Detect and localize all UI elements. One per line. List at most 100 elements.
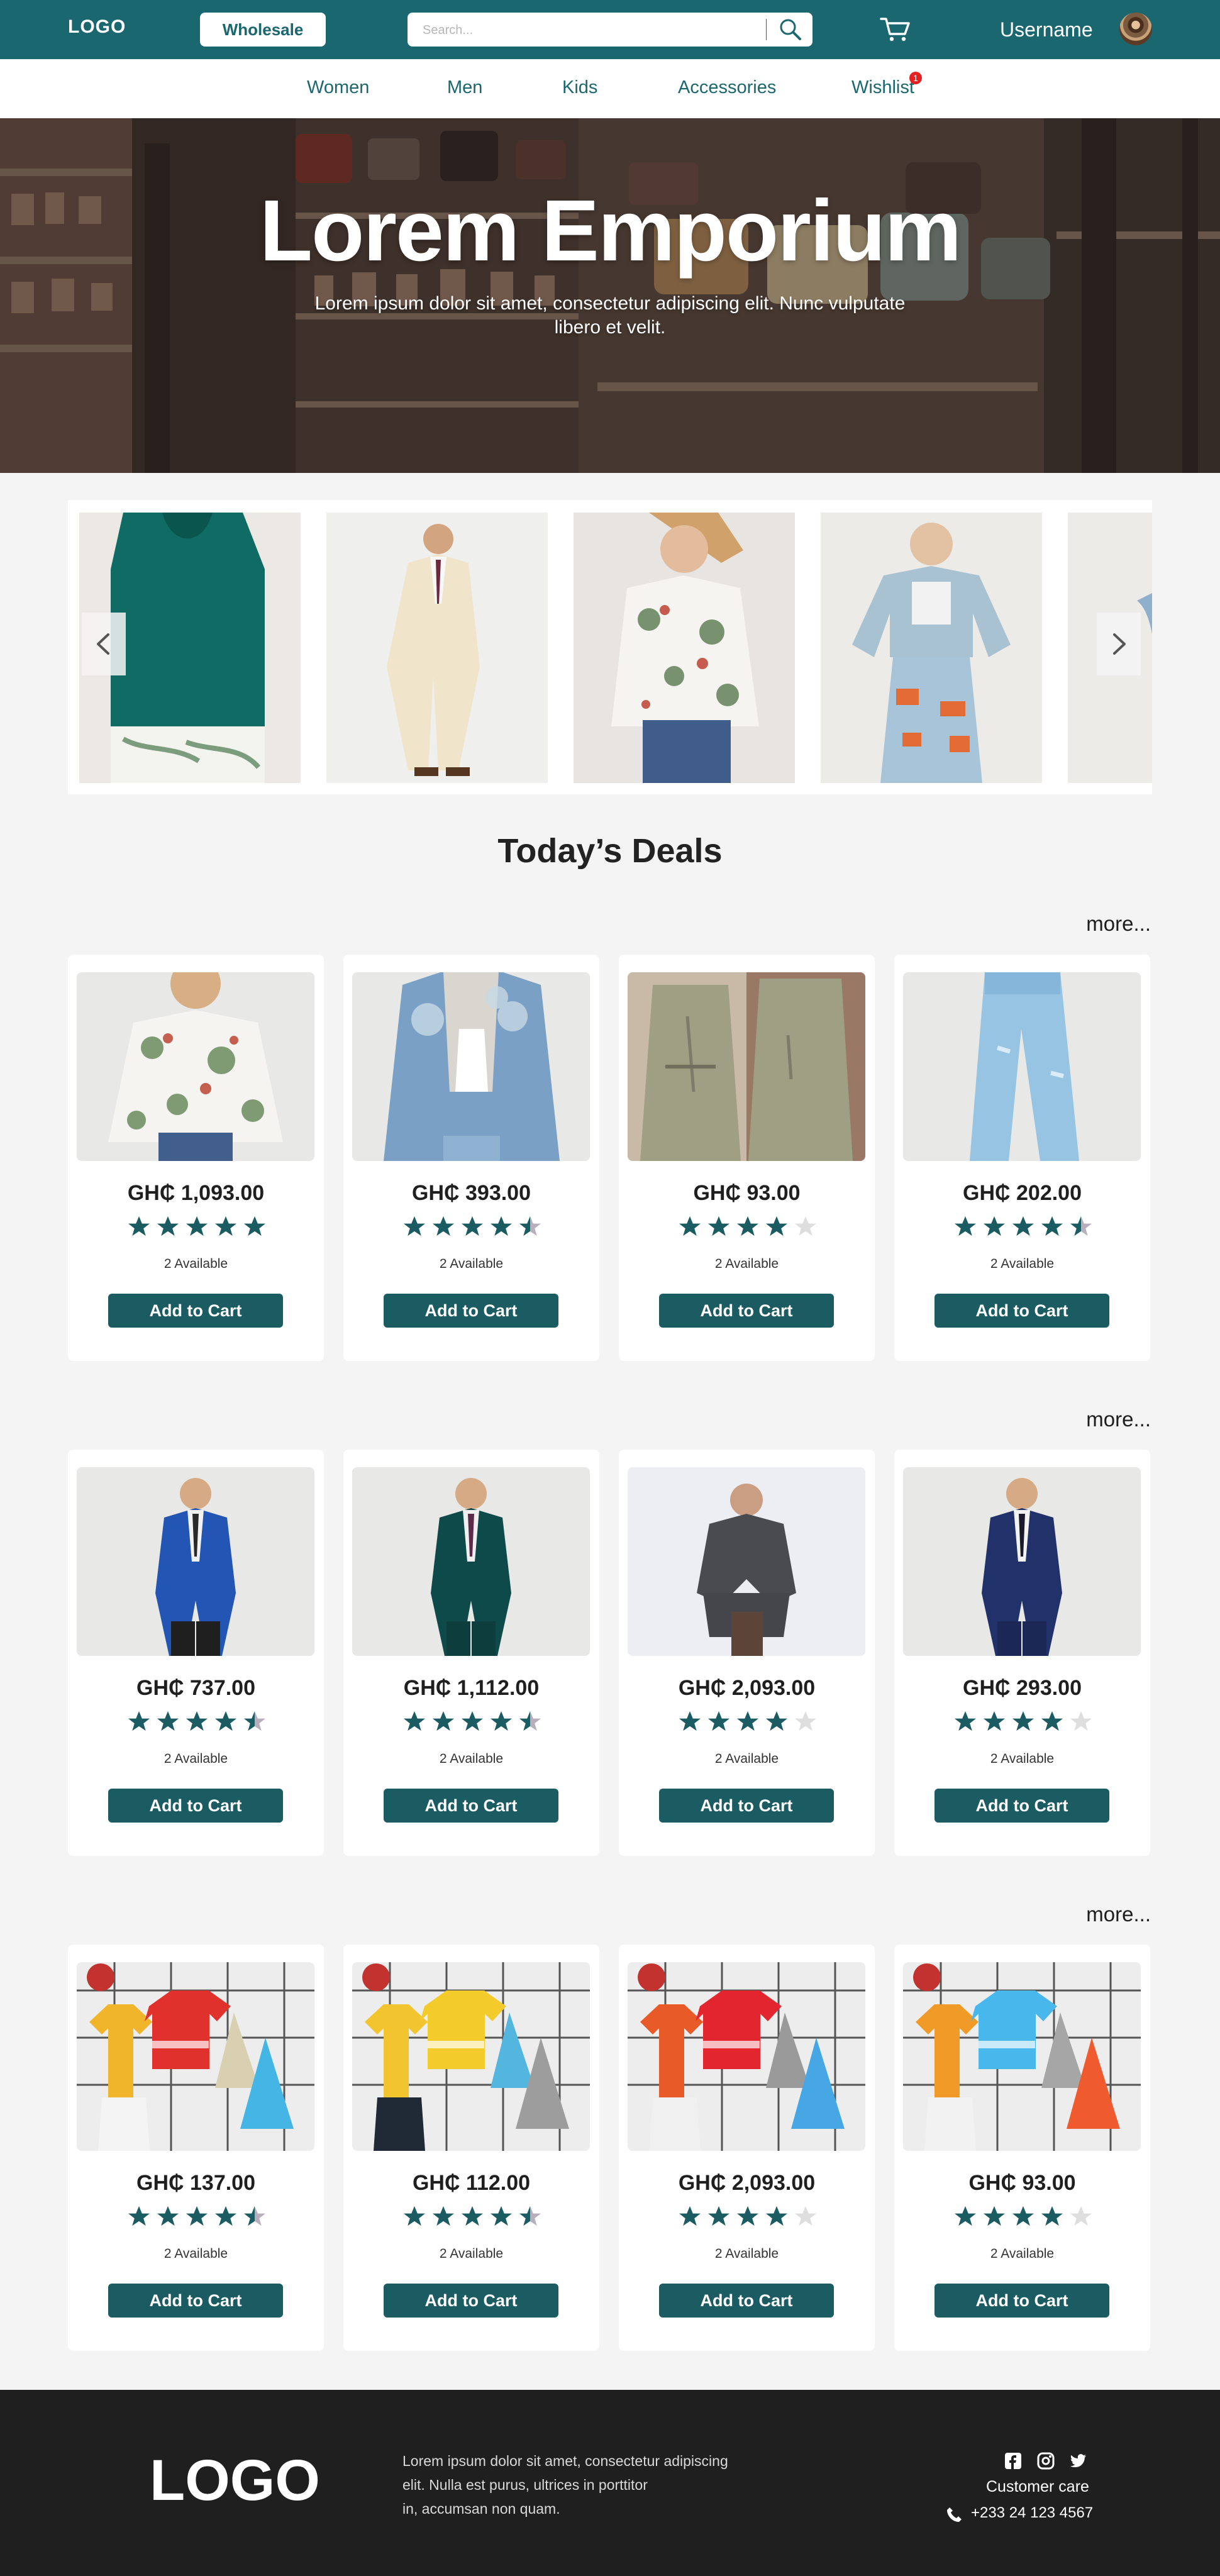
nav-accessories[interactable]: Accessories [678, 77, 776, 98]
rating-stars [951, 1707, 1095, 1736]
product-price: GH₵ 393.00 [412, 1181, 531, 1205]
wholesale-button[interactable]: Wholesale [200, 13, 326, 47]
product-card[interactable]: GH₵ 202.00 2 Available Add to Cart [894, 955, 1150, 1361]
add-to-cart-button[interactable]: Add to Cart [659, 1294, 834, 1328]
product-image[interactable] [903, 1467, 1141, 1656]
star-icon [186, 2206, 208, 2226]
product-card[interactable]: GH₵ 293.00 2 Available Add to Cart [894, 1450, 1150, 1856]
product-image[interactable] [628, 972, 865, 1161]
star-icon [984, 1711, 1005, 1731]
facebook-icon[interactable] [1004, 2451, 1023, 2470]
add-to-cart-button[interactable]: Add to Cart [934, 1789, 1109, 1823]
add-to-cart-button[interactable]: Add to Cart [384, 2284, 558, 2318]
footer-text-line: Lorem ipsum dolor sit amet, consectetur … [402, 2453, 728, 2469]
star-icon [737, 2206, 758, 2226]
carousel-prev-icon[interactable] [82, 613, 126, 675]
search-icon[interactable] [775, 16, 806, 43]
instagram-icon[interactable] [1036, 2451, 1055, 2470]
footer-text-line: elit. Nulla est purus, ultrices in portt… [402, 2477, 648, 2493]
carousel-item-cream-suit[interactable] [326, 513, 548, 783]
product-image[interactable] [352, 972, 590, 1161]
more-link[interactable]: more... [1086, 1902, 1151, 1926]
product-carousel [68, 500, 1152, 794]
top-header: LOGO Wholesale Username [0, 0, 1220, 59]
star-icon [1012, 1711, 1034, 1731]
product-card[interactable]: GH₵ 112.00 2 Available Add to Cart [343, 1945, 599, 2351]
nav-men[interactable]: Men [447, 77, 482, 98]
todays-deals-title: Today’s Deals [497, 832, 723, 870]
product-card[interactable]: GH₵ 2,093.00 2 Available Add to Cart [619, 1945, 875, 2351]
phone-icon [947, 2507, 962, 2522]
star-icon [708, 2206, 729, 2226]
carousel-next-icon[interactable] [1097, 613, 1141, 675]
star-icon [1012, 1216, 1034, 1236]
product-image[interactable] [903, 1962, 1141, 2151]
star-icon [215, 1711, 236, 1731]
wishlist-badge: 1 [909, 72, 922, 84]
star-icon [519, 1711, 541, 1731]
nav-kids[interactable]: Kids [562, 77, 597, 98]
nav-wishlist[interactable]: Wishlist [851, 77, 914, 98]
rating-stars [400, 1707, 545, 1736]
nav-women[interactable]: Women [307, 77, 369, 98]
add-to-cart-button[interactable]: Add to Cart [659, 2284, 834, 2318]
rating-stars [400, 2202, 545, 2231]
star-icon [157, 1216, 179, 1236]
star-icon [215, 2206, 236, 2226]
product-card[interactable]: GH₵ 137.00 2 Available Add to Cart [68, 1945, 324, 2351]
carousel-item-floral-blouse[interactable] [574, 513, 795, 783]
product-image[interactable] [77, 972, 314, 1161]
add-to-cart-button[interactable]: Add to Cart [934, 1294, 1109, 1328]
product-image[interactable] [628, 1467, 865, 1656]
product-card[interactable]: GH₵ 737.00 2 Available Add to Cart [68, 1450, 324, 1856]
customer-care-phone[interactable]: +233 24 123 4567 [971, 2504, 1093, 2522]
product-card[interactable]: GH₵ 93.00 2 Available Add to Cart [894, 1945, 1150, 2351]
star-icon [1070, 1711, 1092, 1731]
add-to-cart-button[interactable]: Add to Cart [108, 1789, 283, 1823]
star-icon [244, 1711, 265, 1731]
product-price: GH₵ 293.00 [963, 1676, 1082, 1700]
star-icon [157, 2206, 179, 2226]
add-to-cart-button[interactable]: Add to Cart [659, 1789, 834, 1823]
footer-text-line: in, accumsan non quam. [402, 2501, 560, 2517]
rating-stars [125, 1213, 269, 1241]
product-image[interactable] [903, 972, 1141, 1161]
add-to-cart-button[interactable]: Add to Cart [384, 1789, 558, 1823]
product-image[interactable] [352, 1962, 590, 2151]
footer-logo[interactable]: LOGO [150, 2448, 320, 2514]
product-price: GH₵ 137.00 [136, 2171, 255, 2195]
add-to-cart-button[interactable]: Add to Cart [108, 1294, 283, 1328]
product-image[interactable] [77, 1467, 314, 1656]
star-icon [462, 2206, 483, 2226]
star-icon [462, 1216, 483, 1236]
more-link[interactable]: more... [1086, 912, 1151, 936]
product-image[interactable] [352, 1467, 590, 1656]
product-card[interactable]: GH₵ 1,112.00 2 Available Add to Cart [343, 1450, 599, 1856]
availability-text: 2 Available [439, 1257, 504, 1271]
product-card[interactable]: GH₵ 93.00 2 Available Add to Cart [619, 955, 875, 1361]
product-card[interactable]: GH₵ 1,093.00 2 Available Add to Cart [68, 955, 324, 1361]
add-to-cart-button[interactable]: Add to Cart [384, 1294, 558, 1328]
product-card[interactable]: GH₵ 2,093.00 2 Available Add to Cart [619, 1450, 875, 1856]
product-card[interactable]: GH₵ 393.00 2 Available Add to Cart [343, 955, 599, 1361]
footer: LOGO Lorem ipsum dolor sit amet, consect… [0, 2390, 1220, 2576]
twitter-icon[interactable] [1069, 2451, 1088, 2470]
username[interactable]: Username [1000, 18, 1093, 42]
avatar[interactable] [1119, 13, 1152, 45]
star-icon [128, 1216, 150, 1236]
rating-stars [675, 1213, 820, 1241]
more-link[interactable]: more... [1086, 1407, 1151, 1431]
product-image[interactable] [628, 1962, 865, 2151]
star-icon [128, 1711, 150, 1731]
add-to-cart-button[interactable]: Add to Cart [934, 2284, 1109, 2318]
add-to-cart-button[interactable]: Add to Cart [108, 2284, 283, 2318]
star-icon [519, 1216, 541, 1236]
product-image[interactable] [77, 1962, 314, 2151]
logo[interactable]: LOGO [68, 16, 126, 38]
search-input[interactable] [421, 13, 776, 48]
star-icon [491, 1711, 512, 1731]
cart-icon[interactable] [879, 15, 912, 44]
category-nav: Women Men Kids Accessories Wishlist [0, 59, 1220, 118]
carousel-item-denim-jacket[interactable] [821, 513, 1042, 783]
star-icon [186, 1216, 208, 1236]
